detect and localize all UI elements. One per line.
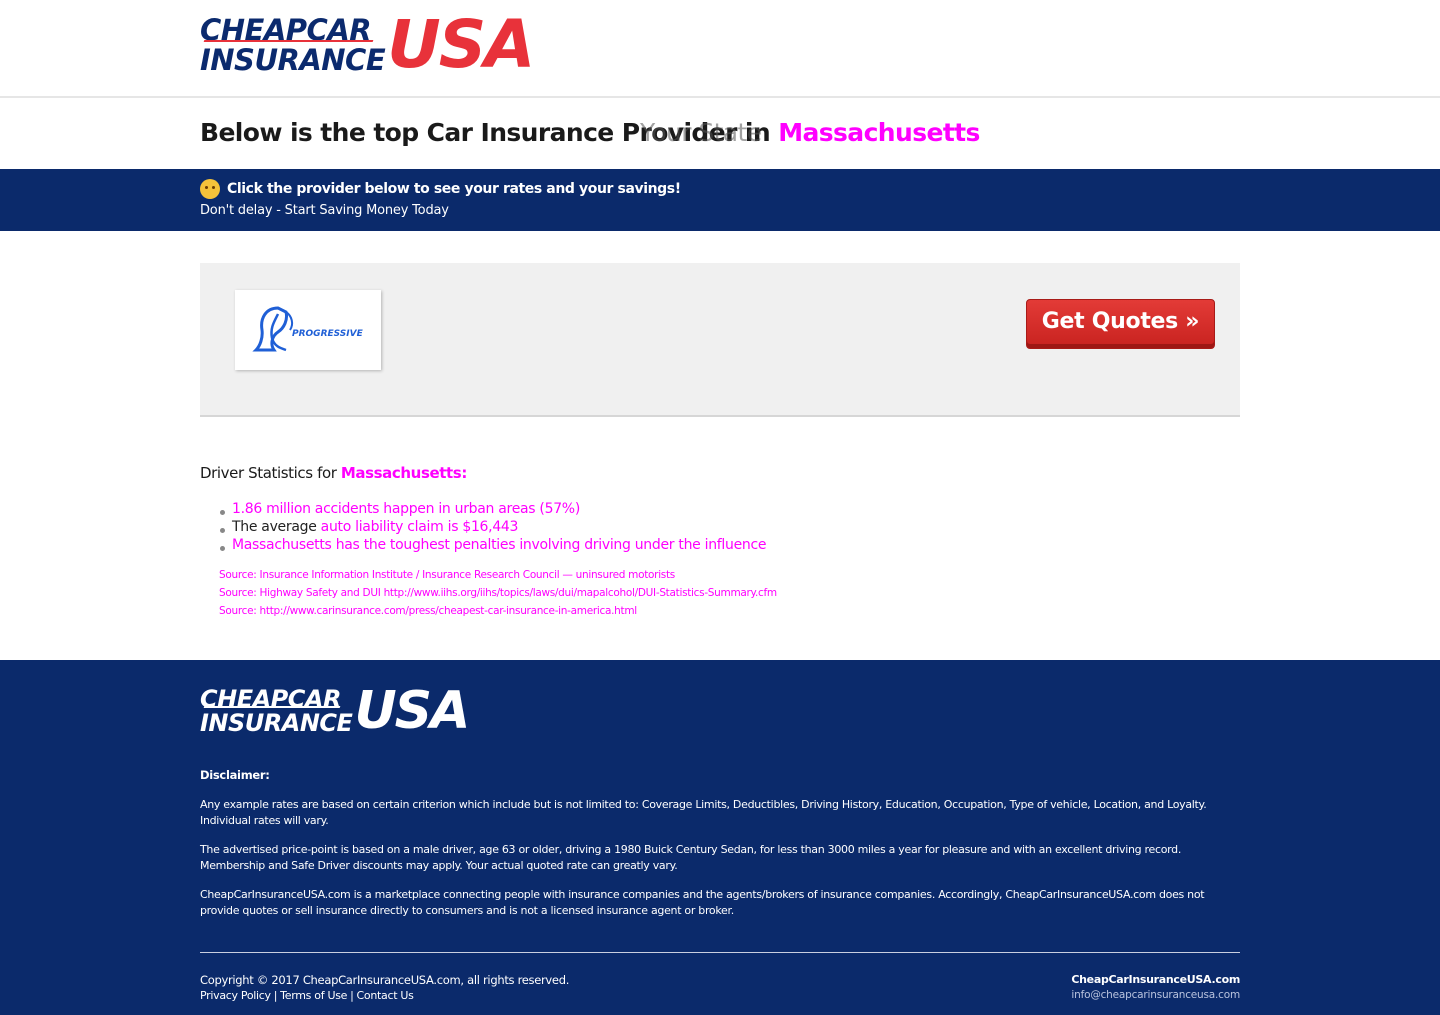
logo-wordmark: CHEAPCAR INSURANCE (200, 15, 386, 77)
logo-line1: CHEAPCAR (200, 15, 385, 45)
stats-heading: Driver Statistics for Massachusetts: (200, 464, 467, 482)
banner-headline-row: Click the provider below to see your rat… (200, 179, 681, 199)
stats-item: The average auto liability claim is $16,… (218, 518, 766, 536)
stats-item-text: auto liability claim is $16,443 (320, 519, 519, 535)
stats-heading-state: Massachusetts: (340, 464, 467, 482)
link-separator: | (273, 989, 278, 1002)
site-footer: CHEAPCAR INSURANCE USA Disclaimer: Any e… (0, 660, 1440, 1015)
stats-item-text: Massachusetts has the toughest penalties… (232, 537, 767, 553)
footer-logo-line2: INSURANCE (200, 709, 353, 737)
stats-item: 1.86 million accidents happen in urban a… (218, 500, 766, 518)
source-line[interactable]: Source: Highway Safety and DUI http://ww… (219, 586, 777, 604)
footer-logo-usa: USA (354, 681, 470, 741)
privacy-policy-link[interactable]: Privacy Policy (200, 989, 271, 1002)
progressive-logo-icon: PROGRESSIVE (252, 306, 364, 352)
page-title-ghost: Your State (640, 118, 762, 147)
source-line[interactable]: Source: Insurance Information Institute … (219, 568, 777, 586)
footer-logo-line1: CHEAPCAR (200, 687, 352, 711)
footer-email[interactable]: info@cheapcarinsuranceusa.com (1071, 989, 1240, 1001)
link-separator: | (350, 989, 354, 1002)
stats-item: Massachusetts has the toughest penalties… (218, 536, 766, 554)
stats-item-text: 1.86 million accidents happen in urban a… (232, 501, 580, 517)
disclaimer-paragraph: The advertised price-point is based on a… (200, 843, 1182, 872)
banner-subline: Don't delay - Start Saving Money Today (200, 203, 449, 218)
footer-logo-wordmark: CHEAPCAR INSURANCE (200, 687, 353, 737)
stats-heading-prefix: Driver Statistics for (200, 464, 337, 482)
terms-of-use-link[interactable]: Terms of Use (280, 989, 347, 1002)
page-title-row: Below is the top Car Insurance Provider … (200, 118, 1240, 166)
disclaimer-paragraph: CheapCarInsuranceUSA.com is a marketplac… (200, 888, 1205, 917)
footer-logo[interactable]: CHEAPCAR INSURANCE USA (200, 681, 470, 741)
provider-card[interactable]: PROGRESSIVE Get Quotes » (200, 263, 1240, 417)
footer-divider (200, 952, 1240, 953)
disclaimer-label: Disclaimer: (200, 768, 270, 782)
logo-usa: USA (387, 6, 535, 83)
provider-name: PROGRESSIVE (292, 329, 364, 339)
hugging-face-icon (200, 179, 220, 199)
stats-list: 1.86 million accidents happen in urban a… (218, 500, 766, 554)
contact-us-link[interactable]: Contact Us (357, 989, 414, 1002)
copyright: Copyright © 2017 CheapCarInsuranceUSA.co… (200, 973, 570, 987)
site-logo[interactable]: CHEAPCAR INSURANCE USA (200, 6, 535, 83)
cta-banner: Click the provider below to see your rat… (0, 169, 1440, 231)
banner-headline: Click the provider below to see your rat… (227, 181, 681, 197)
stats-item-prefix: The average (232, 519, 317, 535)
footer-links: Privacy Policy | Terms of Use | Contact Us (200, 989, 414, 1002)
page-title-state: Massachusetts (778, 118, 980, 147)
stats-sources: Source: Insurance Information Institute … (219, 568, 777, 622)
footer-site-name: CheapCarInsuranceUSA.com (1071, 973, 1240, 986)
source-line[interactable]: Source: http://www.carinsurance.com/pres… (219, 604, 777, 622)
logo-line2: INSURANCE (200, 43, 386, 77)
provider-logo[interactable]: PROGRESSIVE (235, 290, 381, 370)
get-quotes-button[interactable]: Get Quotes » (1026, 299, 1215, 349)
site-header: CHEAPCAR INSURANCE USA (0, 0, 1440, 98)
disclaimer-paragraph: Any example rates are based on certain c… (200, 798, 1207, 827)
